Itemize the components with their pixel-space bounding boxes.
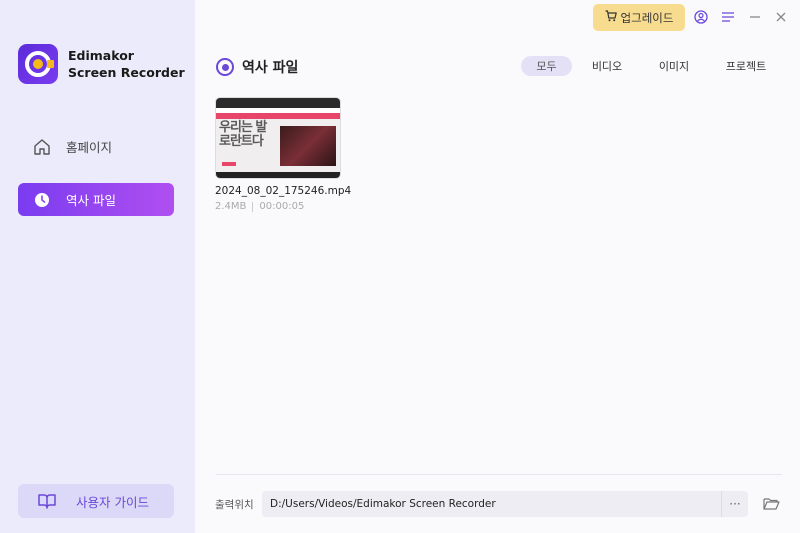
footer-divider	[216, 474, 782, 475]
file-meta: 2.4MB 00:00:05	[215, 201, 304, 212]
sidebar: Edimakor Screen Recorder 홈페이지 역사 파일 사용자 …	[0, 0, 195, 533]
clock-icon	[18, 192, 66, 208]
minimize-icon[interactable]	[746, 8, 764, 26]
home-icon	[18, 138, 66, 156]
user-icon[interactable]	[692, 8, 710, 26]
cart-icon	[605, 10, 617, 25]
filter-video[interactable]: 비디오	[584, 56, 630, 76]
output-path-more-button[interactable]: ···	[721, 491, 748, 517]
upgrade-label: 업그레이드	[620, 10, 674, 25]
video-thumbnail[interactable]: 우리는 발 로란트다	[215, 97, 341, 179]
upgrade-button[interactable]: 업그레이드	[593, 4, 685, 31]
sidebar-item-label: 홈페이지	[66, 140, 113, 155]
history-icon	[216, 58, 234, 76]
sidebar-item-history[interactable]: 역사 파일	[18, 183, 174, 216]
filter-project[interactable]: 프로젝트	[719, 56, 773, 76]
thumbnail-text: 우리는 발 로란트다	[219, 120, 267, 149]
output-path-field[interactable]: D:/Users/Videos/Edimakor Screen Recorder	[262, 491, 748, 517]
app-brand: Edimakor Screen Recorder	[68, 47, 185, 81]
filter-image[interactable]: 이미지	[651, 56, 697, 76]
brand-subtitle: Screen Recorder	[68, 65, 185, 80]
app-logo	[18, 44, 58, 84]
file-duration: 00:00:05	[259, 201, 305, 212]
user-guide-button[interactable]: 사용자 가이드	[18, 484, 174, 518]
file-size: 2.4MB	[215, 201, 247, 212]
brand-name: Edimakor	[68, 48, 134, 63]
user-guide-label: 사용자 가이드	[76, 494, 149, 510]
sidebar-item-label: 역사 파일	[66, 193, 116, 208]
book-icon	[18, 493, 76, 509]
sidebar-item-home[interactable]: 홈페이지	[18, 130, 174, 163]
folder-open-icon[interactable]	[762, 496, 780, 512]
output-location-label: 출력위치	[215, 499, 254, 511]
file-name: 2024_08_02_175246.mp4	[215, 185, 352, 197]
menu-icon[interactable]	[719, 8, 737, 26]
filter-all[interactable]: 모두	[521, 56, 572, 76]
close-icon[interactable]	[772, 8, 790, 26]
page-title: 역사 파일	[242, 60, 299, 76]
